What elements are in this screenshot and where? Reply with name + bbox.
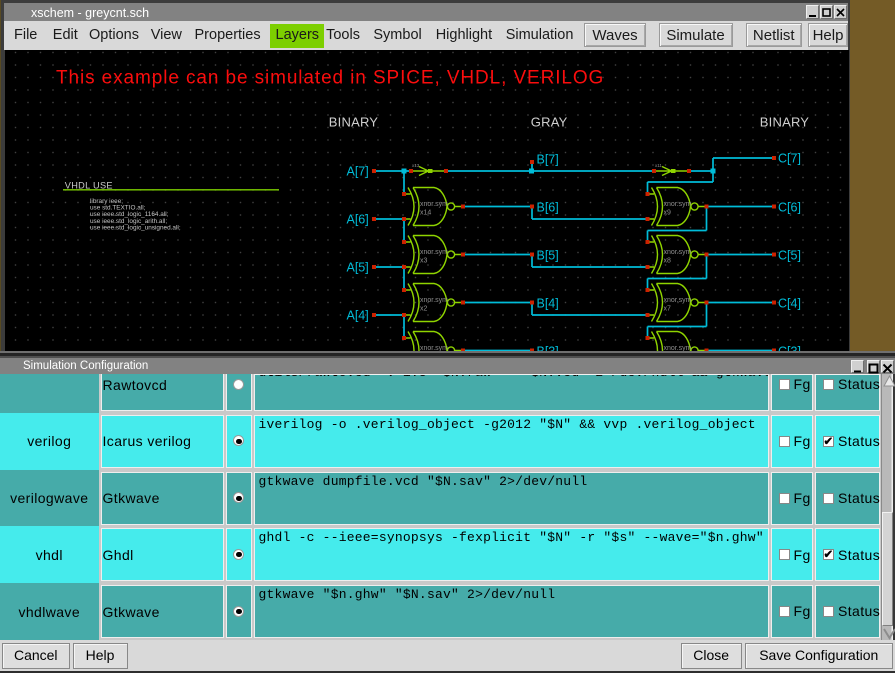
svg-text:A[7]: A[7] [347, 165, 369, 179]
svg-text:x14: x14 [420, 210, 431, 217]
svg-text:This example can be simulated: This example can be simulated in SPICE, … [56, 68, 604, 89]
svg-text:xnor.sym: xnor.sym [420, 201, 448, 208]
svg-text:x7: x7 [664, 306, 672, 313]
svg-text:C[5]: C[5] [778, 249, 801, 263]
svg-text:x2: x2 [420, 306, 428, 313]
svg-text:C[7]: C[7] [778, 152, 801, 166]
svg-text:C[6]: C[6] [778, 201, 801, 215]
svg-text:BINARY: BINARY [760, 115, 809, 130]
svg-text:x11: x11 [655, 163, 662, 168]
svg-text:x13: x13 [412, 163, 420, 168]
svg-text:x3: x3 [420, 258, 428, 265]
svg-text:xnor.sym: xnor.sym [664, 249, 692, 256]
svg-text:x9: x9 [664, 210, 672, 217]
svg-text:A[6]: A[6] [347, 213, 369, 227]
svg-text:B[5]: B[5] [537, 249, 559, 263]
svg-text:xnor.sym: xnor.sym [420, 297, 448, 304]
svg-text:C[4]: C[4] [778, 297, 801, 311]
svg-text:A[5]: A[5] [347, 261, 369, 275]
svg-text:B[7]: B[7] [537, 153, 559, 167]
svg-text:A[4]: A[4] [347, 309, 369, 323]
svg-text:use ieee.std_logic_unsigned.al: use ieee.std_logic_unsigned.all; [90, 225, 181, 232]
svg-text:VHDL USE: VHDL USE [65, 180, 113, 190]
svg-text:BINARY: BINARY [329, 115, 378, 130]
svg-text:x8: x8 [664, 258, 672, 265]
svg-text:B[6]: B[6] [537, 201, 559, 215]
svg-text:xnor.sym: xnor.sym [664, 201, 692, 208]
svg-text:xnor.sym: xnor.sym [420, 249, 448, 256]
svg-text:GRAY: GRAY [531, 115, 568, 130]
svg-text:xnor.sym: xnor.sym [664, 297, 692, 304]
svg-text:B[4]: B[4] [537, 297, 559, 311]
